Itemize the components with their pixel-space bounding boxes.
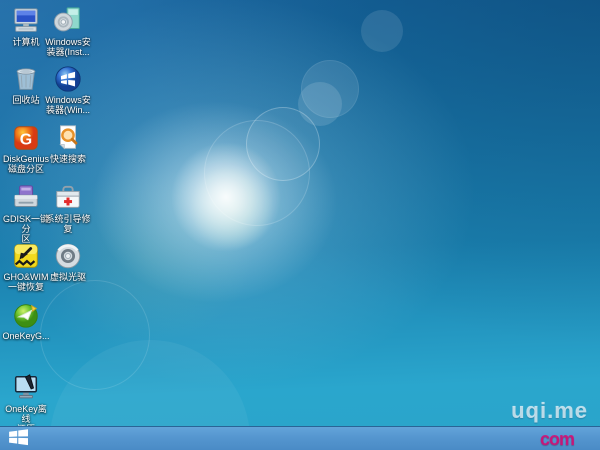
desktop-icon-recycle-bin[interactable]: 回收站 bbox=[2, 64, 50, 105]
desktop-icon-label: Windows安 装器(Win... bbox=[45, 95, 91, 115]
desktop-icon-onekey-offline-restore[interactable]: OneKey离线 还原 bbox=[2, 373, 50, 434]
first-aid-kit-icon bbox=[53, 183, 83, 213]
lens-flare-ring bbox=[246, 107, 320, 181]
disk-drive-icon bbox=[11, 183, 41, 213]
desktop-icon-diskgenius[interactable]: G DiskGenius 磁盘分区 bbox=[2, 123, 50, 174]
desktop-icon-gdisk-partition[interactable]: GDISK一键分 区 bbox=[2, 183, 50, 244]
computer-icon bbox=[11, 6, 41, 36]
desktop-icon-label: 计算机 bbox=[12, 37, 40, 47]
desktop-icon-onekey-ghost[interactable]: OneKeyG... bbox=[2, 300, 50, 341]
lens-flare-ring bbox=[204, 120, 310, 226]
screen-pen-icon bbox=[11, 373, 41, 403]
desktop-icon-label: Windows安 装器(Inst... bbox=[45, 37, 91, 57]
lens-flare-ring bbox=[40, 280, 150, 390]
desktop-icon-label: GHO&WIM 一键恢复 bbox=[3, 272, 49, 292]
desktop-icon-computer[interactable]: 计算机 bbox=[2, 6, 50, 47]
search-document-icon bbox=[53, 123, 83, 153]
installer-disc-box-icon bbox=[53, 6, 83, 36]
start-button[interactable] bbox=[0, 427, 38, 450]
desktop-icon-boot-repair[interactable]: 系统引导修复 bbox=[44, 183, 92, 234]
lens-flare-circle bbox=[301, 60, 359, 118]
taskbar: 12:41 2014/6/13 bbox=[0, 426, 600, 450]
lens-flare-circle bbox=[298, 82, 342, 126]
desktop-icon-label: 快速搜索 bbox=[49, 154, 86, 164]
lens-flare-circle bbox=[361, 10, 403, 52]
desktop-icon-windows-installer-inst[interactable]: Windows安 装器(Inst... bbox=[44, 6, 92, 57]
recycle-bin-icon bbox=[11, 64, 41, 94]
desktop-icon-label: 虚拟光驱 bbox=[49, 272, 86, 282]
windows-orb-icon bbox=[53, 64, 83, 94]
desktop-icon-quick-search[interactable]: 快速搜索 bbox=[44, 123, 92, 164]
desktop-icon-virtual-cdrom[interactable]: 虚拟光驱 bbox=[44, 241, 92, 282]
ghost-restore-icon bbox=[11, 241, 41, 271]
desktop-icon-label: 回收站 bbox=[12, 95, 40, 105]
cd-disc-icon bbox=[53, 241, 83, 271]
onekey-green-orb-icon bbox=[11, 300, 41, 330]
diskgenius-icon: G bbox=[11, 123, 41, 153]
windows-start-icon bbox=[8, 428, 30, 450]
desktop-icon-label: GDISK一键分 区 bbox=[2, 214, 49, 244]
desktop-icon-gho-wim-restore[interactable]: GHO&WIM 一键恢复 bbox=[2, 241, 50, 292]
svg-text:G: G bbox=[20, 132, 32, 149]
desktop-icon-label: OneKeyG... bbox=[2, 331, 50, 341]
desktop-icon-windows-installer-win[interactable]: Windows安 装器(Win... bbox=[44, 64, 92, 115]
desktop-icon-label: 系统引导修复 bbox=[45, 214, 91, 234]
desktop-icon-label: DiskGenius 磁盘分区 bbox=[2, 154, 49, 174]
